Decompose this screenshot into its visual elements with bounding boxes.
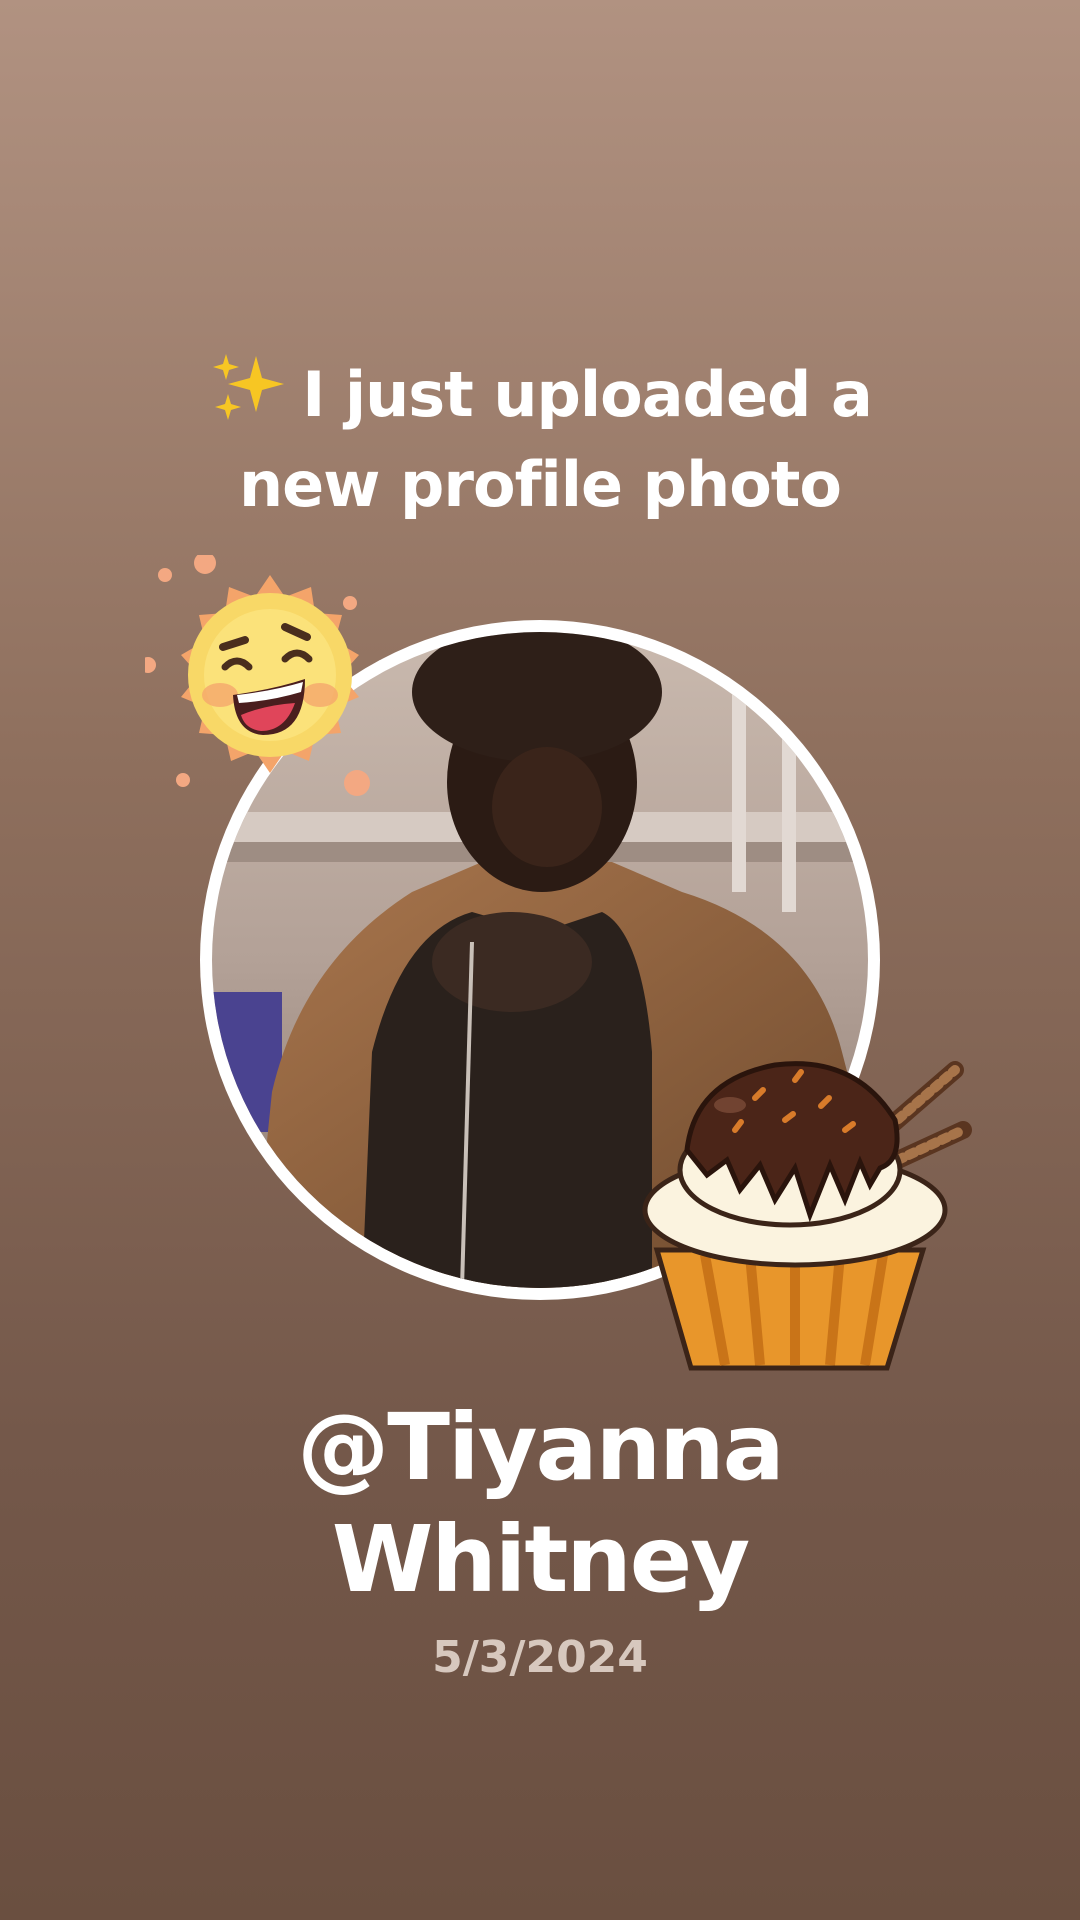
chocolate-cupcake-sticker: [625, 1050, 975, 1380]
sparkles-icon: [208, 352, 288, 422]
laughing-sun-sticker: [140, 552, 395, 805]
username-line-1: @Tiyanna: [297, 1394, 784, 1501]
headline-line-1: I just uploaded a: [0, 350, 1080, 440]
headline-text-1: I just uploaded a: [302, 358, 873, 431]
username-line-2: Whitney: [331, 1506, 750, 1613]
username: @Tiyanna Whitney: [0, 1392, 1080, 1616]
headline: I just uploaded a new profile photo: [0, 350, 1080, 530]
post-date: 5/3/2024: [432, 1632, 648, 1683]
headline-line-2: new profile photo: [238, 448, 842, 521]
